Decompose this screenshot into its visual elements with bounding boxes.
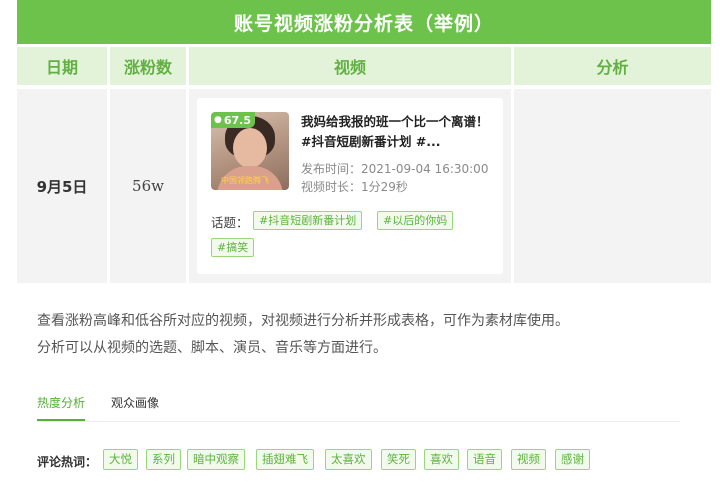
- date-cell: 9月5日: [17, 89, 107, 283]
- hot-word-tag[interactable]: 插翅难飞: [256, 449, 314, 470]
- header-date: 日期: [17, 47, 107, 85]
- video-cell: 中国领跑腾飞 ● 67.5 我妈给我报的班一个比一个离谱！#抖音短剧新番计划 #…: [189, 89, 511, 283]
- publish-time: 发布时间：2021-09-04 16:30:00: [301, 162, 489, 176]
- analysis-cell: [514, 89, 711, 283]
- header-video: 视频: [189, 47, 511, 85]
- hot-word-tag[interactable]: 大悦: [103, 449, 138, 470]
- video-title[interactable]: 我妈给我报的班一个比一个离谱！#抖音短剧新番计划 #...: [301, 112, 491, 152]
- hot-word-tag[interactable]: 感谢: [555, 449, 590, 470]
- date-value: 9月5日: [36, 177, 88, 196]
- hot-word-tag[interactable]: 语音: [467, 449, 502, 470]
- score-value: 67.5: [223, 113, 251, 127]
- tab-heat-analysis[interactable]: 热度分析: [37, 394, 86, 421]
- hot-word-tag[interactable]: 喜欢: [424, 449, 459, 470]
- topic-tag[interactable]: #搞笑: [211, 238, 255, 257]
- description-line: 分析可以从视频的选题、脚本、演员、音乐等方面进行。: [37, 340, 387, 356]
- thumbnail-face-shape: [233, 128, 267, 168]
- analysis-tabs: 热度分析 观众画像: [37, 392, 680, 422]
- score-badge: ● 67.5: [211, 112, 255, 128]
- tab-audience-profile[interactable]: 观众画像: [111, 394, 159, 419]
- topic-tag[interactable]: #以后的你妈: [377, 211, 454, 230]
- hot-word-tag[interactable]: 暗中观察: [187, 449, 245, 470]
- fan-growth-table: 账号视频涨粉分析表（举例） 日期 涨粉数 视频 分析 9月5日 56w 中国领跑…: [17, 0, 711, 283]
- description-line: 查看涨粉高峰和低谷所对应的视频，对视频进行分析并形成表格，可作为素材库使用。: [37, 313, 569, 329]
- hot-word-tag[interactable]: 视频: [511, 449, 546, 470]
- description: 查看涨粉高峰和低谷所对应的视频，对视频进行分析并形成表格，可作为素材库使用。 分…: [37, 308, 707, 362]
- hot-words-label: 评论热词：: [37, 455, 98, 469]
- table-row: 9月5日 56w 中国领跑腾飞 ● 67.5 我妈给我报的班一个比一个离谱！#抖…: [17, 89, 711, 283]
- header-analysis: 分析: [514, 47, 711, 85]
- video-meta: 发布时间：2021-09-04 16:30:00 视频时长：1分29秒: [301, 160, 491, 196]
- flame-icon: ●: [214, 115, 222, 125]
- topic-tag[interactable]: #抖音短剧新番计划: [253, 211, 363, 230]
- fans-value: 56w: [132, 177, 164, 195]
- hot-word-tag[interactable]: 系列: [146, 449, 181, 470]
- fans-cell: 56w: [110, 89, 186, 283]
- hot-word-tag[interactable]: 太喜欢: [325, 449, 372, 470]
- video-duration: 视频时长：1分29秒: [301, 180, 408, 194]
- hot-word-tag[interactable]: 笑死: [381, 449, 416, 470]
- video-card[interactable]: 中国领跑腾飞 ● 67.5 我妈给我报的班一个比一个离谱！#抖音短剧新番计划 #…: [197, 98, 503, 274]
- header-fans: 涨粉数: [110, 47, 186, 85]
- table-title: 账号视频涨粉分析表（举例）: [17, 0, 711, 44]
- topics-label: 话题：: [211, 215, 249, 230]
- thumbnail-caption: 中国领跑腾飞: [221, 176, 269, 185]
- table-header-row: 日期 涨粉数 视频 分析: [17, 47, 711, 85]
- video-thumbnail[interactable]: 中国领跑腾飞 ● 67.5: [211, 112, 289, 190]
